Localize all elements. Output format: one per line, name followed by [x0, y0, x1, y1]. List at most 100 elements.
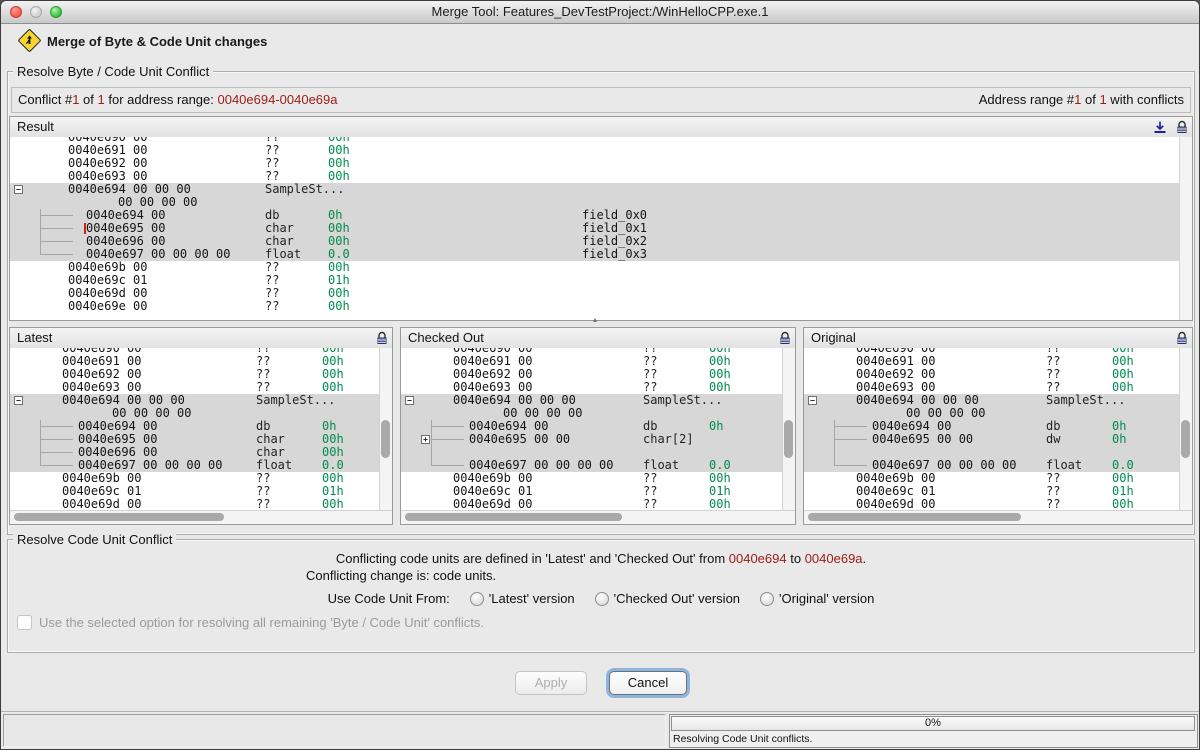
tree-line [835, 426, 867, 427]
use-code-unit-label: Use Code Unit From: [328, 591, 450, 606]
progress-percent: 0% [925, 717, 941, 729]
splitter-handle[interactable]: ▴ [593, 315, 597, 324]
conflict-counter: Conflict #1 of 1 for address range: 0040… [18, 88, 338, 112]
listing-row[interactable]: +0040e695 00 00char[2] [401, 433, 783, 446]
tree-line [41, 228, 73, 229]
result-panel-title: Result [17, 119, 54, 134]
listing-row[interactable]: 0040e697 00 00 00 00float0.0field_0x3 [10, 248, 1180, 261]
vertical-scrollbar[interactable] [1179, 137, 1192, 320]
lock-icon[interactable] [1176, 331, 1188, 345]
tree-line [432, 439, 464, 440]
listing-row[interactable]: 0040e69d 00??00h [10, 287, 1180, 300]
checked-out-panel-title: Checked Out [408, 330, 484, 345]
close-button[interactable] [10, 6, 22, 18]
listing-row[interactable]: 0040e69e 00??00h [10, 300, 1180, 313]
apply-button[interactable]: Apply [515, 671, 587, 695]
listing-row[interactable]: −0040e694 00 00 00SampleSt... [10, 394, 380, 407]
collapse-toggle-icon[interactable]: − [405, 396, 414, 405]
mnemonic: char[2] [643, 433, 694, 446]
mnemonic: ?? [265, 300, 279, 313]
mnemonic: SampleSt... [256, 394, 335, 407]
operand: 0h [1112, 433, 1126, 446]
merge-tool-window: Merge Tool: Features_DevTestProject:/Win… [0, 0, 1200, 750]
mnemonic: SampleSt... [643, 394, 722, 407]
radio-icon[interactable] [760, 592, 774, 606]
checked-out-listing[interactable]: 0040e690 00??00h0040e691 00??00h0040e692… [401, 348, 795, 511]
field-name: field_0x3 [582, 248, 647, 261]
title-bar[interactable]: Merge Tool: Features_DevTestProject:/Win… [1, 1, 1199, 24]
radio-icon[interactable] [595, 592, 609, 606]
resolve-group-title: Resolve Code Unit Conflict [13, 532, 176, 547]
mnemonic: SampleSt... [1046, 394, 1125, 407]
original-panel-header: Original [804, 328, 1192, 349]
listing-row[interactable]: 00 00 00 00 [401, 407, 783, 420]
tree-line [835, 465, 867, 466]
latest-panel: Latest 0040e690 00??00h0040e691 00??00h0… [9, 327, 393, 525]
zoom-button[interactable] [50, 6, 62, 18]
tree-line [41, 254, 73, 255]
horizontal-scrollbar[interactable] [10, 510, 392, 524]
download-icon[interactable] [1153, 120, 1167, 134]
progress-message: Resolving Code Unit conflicts. [673, 733, 812, 745]
listing-row[interactable]: −0040e694 00 00 00SampleSt... [401, 394, 783, 407]
mnemonic: dw [1046, 433, 1060, 446]
original-panel: Original 0040e690 00??00h0040e691 00??00… [803, 327, 1193, 525]
vertical-scrollbar[interactable] [1179, 348, 1192, 511]
byte-conflict-group-title: Resolve Byte / Code Unit Conflict [13, 64, 213, 79]
vertical-scrollbar[interactable] [782, 348, 795, 511]
listing-row[interactable]: 0040e690 00??00h [10, 137, 1180, 144]
original-listing[interactable]: 0040e690 00??00h0040e691 00??00h0040e692… [804, 348, 1192, 511]
tree-line [834, 446, 835, 459]
collapse-toggle-icon[interactable]: − [14, 185, 23, 194]
listing-row[interactable]: 0040e692 00??00h [10, 157, 1180, 170]
conflict-description-line2: Conflicting change is: code units. [1, 568, 1200, 583]
listing-row[interactable]: 0040e69b 00??00h [10, 261, 1180, 274]
horizontal-scrollbar[interactable] [401, 510, 795, 524]
tree-line [835, 439, 867, 440]
minimize-button[interactable] [30, 6, 42, 18]
listing-row[interactable]: 0040e69c 01??01h [10, 274, 1180, 287]
progress-bar: 0% [671, 716, 1195, 731]
window-title: Merge Tool: Features_DevTestProject:/Win… [1, 1, 1199, 22]
cancel-button[interactable]: Cancel [609, 671, 687, 695]
listing-row[interactable]: 0040e694 00db0h [401, 420, 783, 433]
latest-panel-header: Latest [10, 328, 392, 349]
original-panel-title: Original [811, 330, 856, 345]
tree-line [431, 446, 432, 459]
result-panel-header: Result [10, 117, 1192, 138]
vertical-scrollbar[interactable] [379, 348, 392, 511]
use-for-all-checkbox-label: Use the selected option for resolving al… [39, 615, 484, 630]
address-range-counter: Address range #1 of 1 with conflicts [979, 88, 1184, 112]
radio-checked-out-version[interactable]: 'Checked Out' version [595, 591, 740, 606]
radio-icon[interactable] [470, 592, 484, 606]
tree-line [41, 215, 73, 216]
tree-line [41, 465, 73, 466]
code-unit-choice-row: Use Code Unit From: 'Latest' version 'Ch… [1, 591, 1200, 606]
banner-message: Merge of Byte & Code Unit changes [47, 34, 267, 49]
address-bytes: 0040e695 00 00 [872, 433, 973, 446]
result-listing[interactable]: 0040e690 00??00h0040e691 00??00h0040e692… [10, 137, 1192, 320]
listing-row[interactable]: 0040e695 00 00 dw 0h [804, 433, 1180, 446]
operand: 0h [709, 420, 723, 433]
radio-latest-version[interactable]: 'Latest' version [470, 591, 575, 606]
listing-row[interactable]: −0040e694 00 00 00SampleSt... [804, 394, 1180, 407]
radio-original-version[interactable]: 'Original' version [760, 591, 874, 606]
tree-line [432, 465, 464, 466]
use-for-all-checkbox-row[interactable]: Use the selected option for resolving al… [17, 615, 484, 630]
lock-icon[interactable] [376, 331, 388, 345]
checked-out-panel-header: Checked Out [401, 328, 795, 349]
tree-line [41, 426, 73, 427]
progress-area: 0% Resolving Code Unit conflicts. [669, 714, 1198, 748]
lock-icon[interactable] [779, 331, 791, 345]
listing-row[interactable]: 0040e691 00??00h [10, 144, 1180, 157]
tree-line [41, 241, 73, 242]
collapse-toggle-icon[interactable]: − [808, 396, 817, 405]
address-bytes: 0040e69e 00 [68, 300, 147, 313]
expand-toggle-icon[interactable]: + [421, 435, 430, 444]
lock-icon[interactable] [1176, 120, 1188, 134]
collapse-toggle-icon[interactable]: − [14, 396, 23, 405]
horizontal-scrollbar[interactable] [804, 510, 1192, 524]
mnemonic: SampleSt... [265, 183, 344, 196]
checkbox-icon[interactable] [17, 615, 32, 630]
latest-listing[interactable]: 0040e690 00??00h0040e691 00??00h0040e692… [10, 348, 392, 511]
